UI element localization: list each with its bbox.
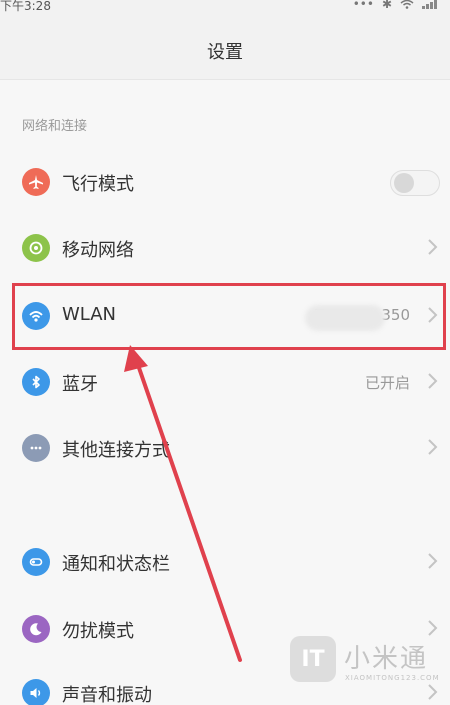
settings-row-label: 通知和状态栏 <box>62 554 170 575</box>
wifi-icon <box>400 0 414 9</box>
settings-row-mobile-network[interactable]: 移动网络 <box>0 215 450 281</box>
airplane-icon <box>22 168 50 196</box>
more-dots-icon: ••• <box>352 0 374 11</box>
watermark-badge: IT <box>290 636 336 682</box>
section-label: 网络和连接 <box>22 119 88 134</box>
page-title: 设置 <box>207 42 243 63</box>
status-icons: ••• ✱ <box>353 0 440 11</box>
signal-icon <box>422 0 437 9</box>
mobile-network-icon <box>22 234 50 262</box>
watermark-subtext: XIAOMITONG123.COM <box>345 674 440 682</box>
moon-icon <box>22 615 50 643</box>
settings-row-bluetooth[interactable]: 蓝牙 已开启 <box>0 349 450 415</box>
bluetooth-icon <box>22 368 50 396</box>
more-dots-icon <box>22 434 50 462</box>
status-bar: 下午3:28 ••• ✱ <box>0 0 450 14</box>
chevron-right-icon <box>428 439 438 455</box>
settings-row-label: 移动网络 <box>62 240 134 261</box>
speaker-icon <box>22 679 50 705</box>
bluetooth-icon: ✱ <box>381 0 392 11</box>
settings-row-label: 勿扰模式 <box>62 621 134 642</box>
notification-toggle-icon <box>22 548 50 576</box>
settings-row-label: 飞行模式 <box>62 174 134 195</box>
status-time: 下午3:28 <box>0 0 51 13</box>
settings-row-notifications[interactable]: 通知和状态栏 <box>0 529 450 595</box>
settings-row-airplane[interactable]: 飞行模式 <box>0 149 450 215</box>
settings-row-label: 其他连接方式 <box>62 440 170 461</box>
settings-row-label: 蓝牙 <box>62 374 98 395</box>
airplane-mode-toggle[interactable] <box>390 170 440 196</box>
settings-row-other-connections[interactable]: 其他连接方式 <box>0 415 450 481</box>
chevron-right-icon <box>428 373 438 389</box>
watermark-logo: IT 小米通 XIAOMITONG123.COM <box>290 634 450 694</box>
chevron-right-icon <box>428 553 438 569</box>
chevron-right-icon <box>428 239 438 255</box>
header: 设置 <box>0 14 450 80</box>
annotation-highlight-box <box>12 283 446 350</box>
bluetooth-status: 已开启 <box>364 374 410 392</box>
settings-row-label: 声音和振动 <box>62 685 152 705</box>
toggle-knob <box>394 173 414 193</box>
watermark-text: 小米通 <box>344 644 429 674</box>
